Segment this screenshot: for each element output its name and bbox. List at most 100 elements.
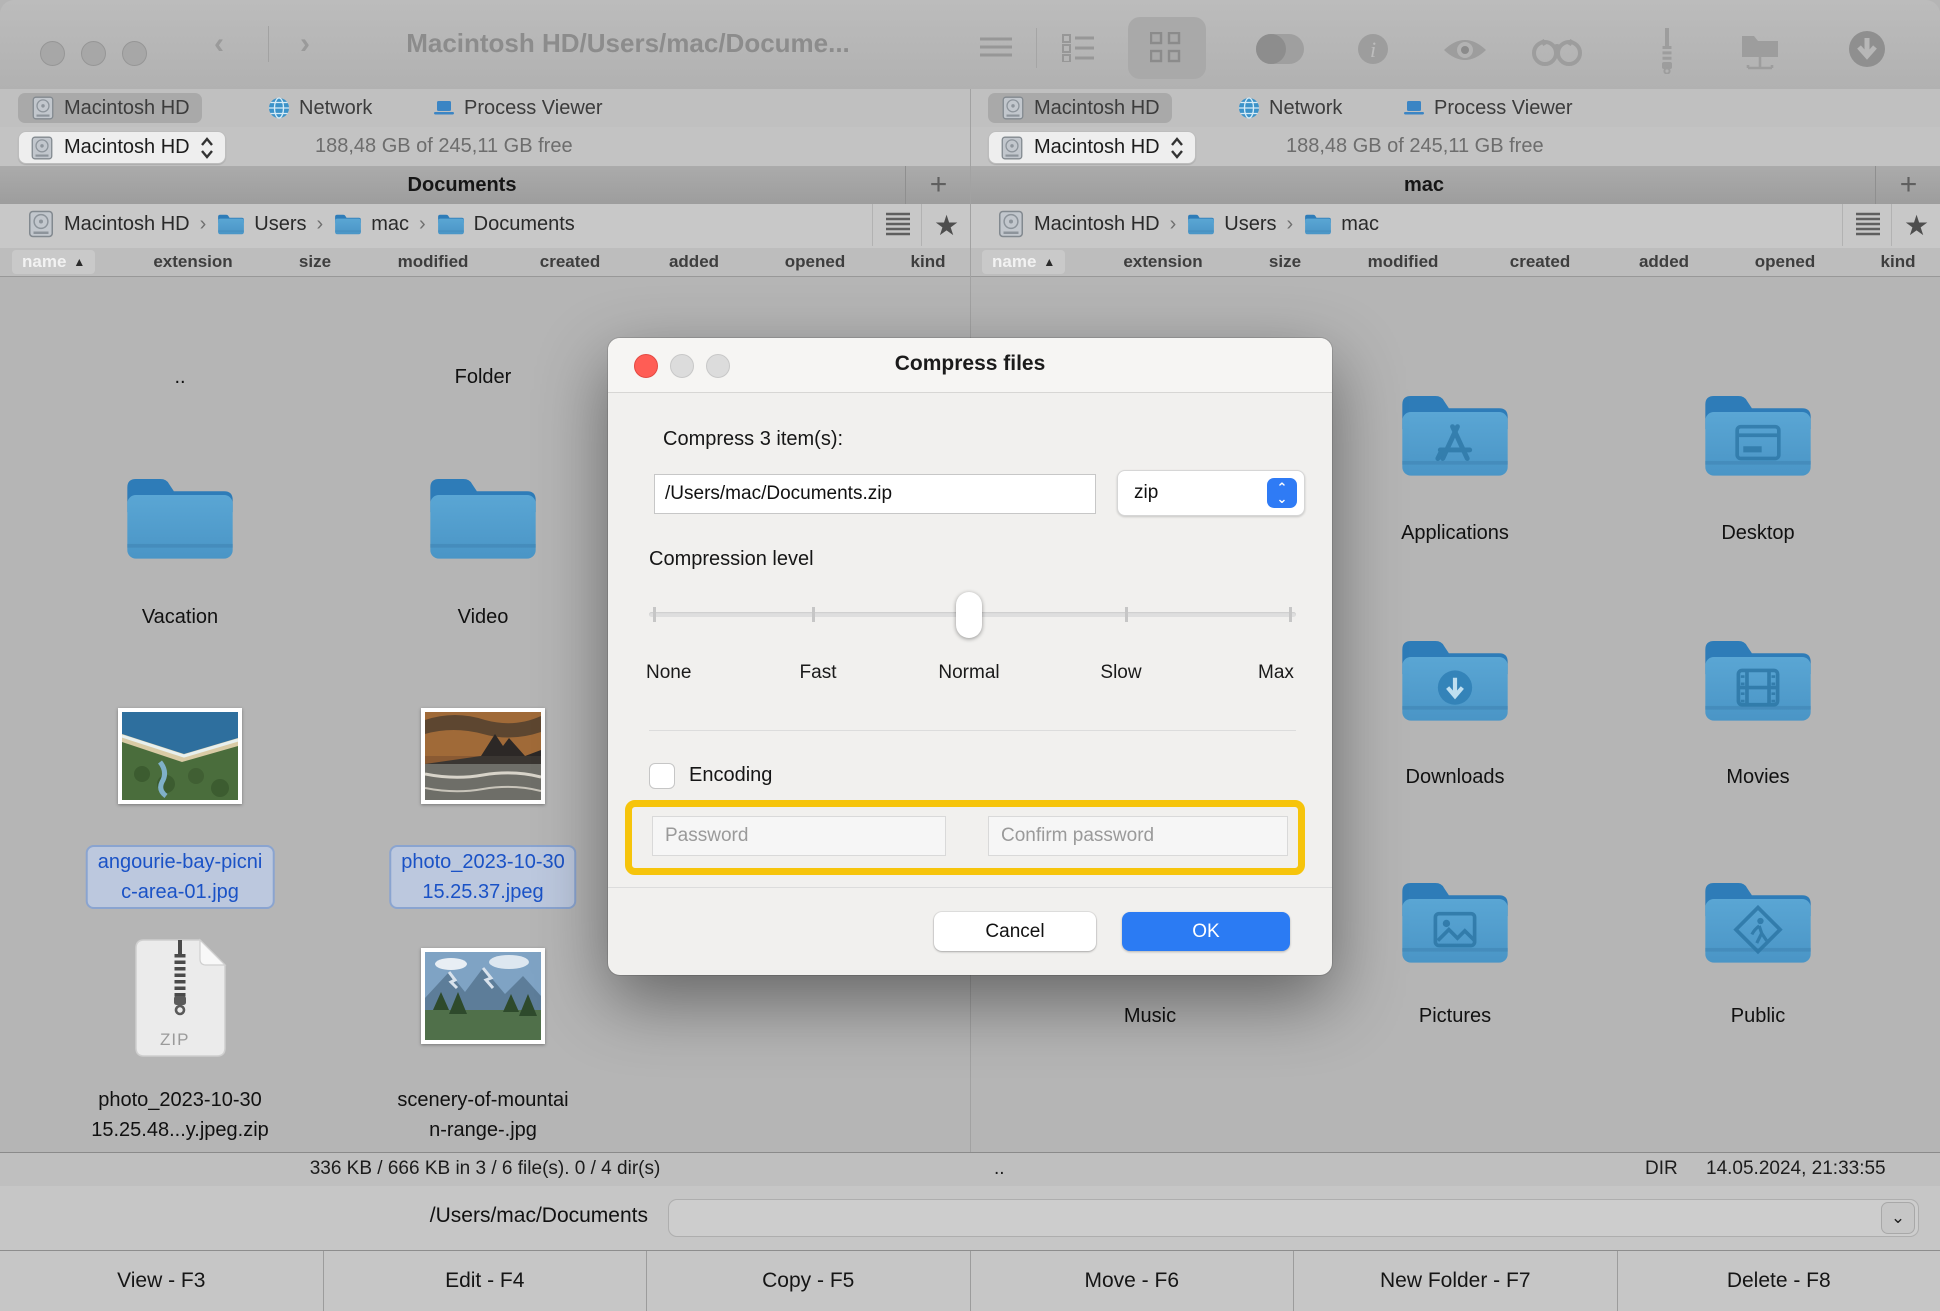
edit-f4-button[interactable]: Edit - F4	[324, 1251, 648, 1311]
file-item-desktop[interactable]	[1696, 385, 1820, 488]
tab-network-left[interactable]: Network	[255, 93, 384, 123]
chevron-down-icon[interactable]: ⌄	[1881, 1202, 1915, 1234]
file-item-downloads[interactable]	[1393, 630, 1517, 733]
file-item-label[interactable]: Movies	[1726, 762, 1789, 792]
column-size-right[interactable]: size	[1269, 252, 1301, 272]
move-f6-button[interactable]: Move - F6	[971, 1251, 1295, 1311]
file-item-label[interactable]: photo_2023-10-30 15.25.48...y.jpeg.zip	[91, 1085, 269, 1145]
file-item-video[interactable]	[421, 468, 545, 571]
slider-handle[interactable]	[956, 592, 982, 638]
file-item-beach-photo[interactable]	[118, 708, 242, 804]
column-opened-right[interactable]: opened	[1755, 252, 1815, 272]
search-binoculars-icon[interactable]	[1532, 32, 1582, 66]
archive-filename-input[interactable]	[654, 474, 1096, 514]
traffic-minimize-button[interactable]	[81, 41, 106, 66]
column-kind-left[interactable]: kind	[911, 252, 946, 272]
preview-eye-icon[interactable]	[1442, 36, 1488, 64]
copy-f5-button[interactable]: Copy - F5	[647, 1251, 971, 1311]
forward-button[interactable]: ›	[300, 27, 310, 61]
drive-select-right[interactable]: Macintosh HD	[988, 131, 1196, 164]
delete-f8-button[interactable]: Delete - F8	[1618, 1251, 1940, 1311]
file-item-label-selected[interactable]: angourie-bay-picni c-area-01.jpg	[86, 845, 275, 909]
back-button[interactable]: ‹	[214, 27, 224, 61]
list-settings-button-left[interactable]	[872, 204, 922, 246]
file-item-zip[interactable]: ZIP	[128, 938, 233, 1071]
grid-view-button[interactable]	[1128, 17, 1206, 79]
file-item-mountain-photo[interactable]	[421, 948, 545, 1044]
column-size-left[interactable]: size	[299, 252, 331, 272]
crumb-separator: ›	[315, 213, 326, 236]
file-item-label-selected[interactable]: photo_2023-10-30 15.25.37.jpeg	[389, 845, 576, 909]
add-tab-button-left[interactable]: +	[905, 166, 971, 204]
file-item-label[interactable]: Public	[1731, 1001, 1785, 1031]
favorites-star-button-left[interactable]: ★	[921, 204, 971, 246]
column-extension-left[interactable]: extension	[153, 252, 232, 272]
file-item-label[interactable]: Video	[458, 602, 509, 632]
crumb-item[interactable]: Users	[1224, 213, 1276, 236]
file-item-pictures[interactable]	[1393, 872, 1517, 975]
column-created-right[interactable]: created	[1510, 252, 1570, 272]
file-item-movies[interactable]	[1696, 630, 1820, 733]
crumb-item[interactable]: Users	[254, 213, 306, 236]
column-name-right[interactable]: name ▲	[982, 250, 1065, 274]
tab-network-right[interactable]: Network	[1225, 93, 1354, 123]
applications-folder-icon	[1393, 385, 1517, 483]
crumb-item[interactable]: Documents	[474, 213, 575, 236]
list-settings-button-right[interactable]	[1842, 204, 1892, 246]
download-icon[interactable]	[1846, 28, 1888, 70]
file-item-folder-kind[interactable]: Folder	[455, 362, 512, 392]
toggle-panes-icon[interactable]	[1254, 32, 1306, 66]
command-line-input[interactable]: ⌄	[668, 1199, 1919, 1237]
view-f3-button[interactable]: View - F3	[0, 1251, 324, 1311]
crumb-item[interactable]: Macintosh HD	[64, 213, 190, 236]
file-item-label[interactable]: Downloads	[1406, 762, 1505, 792]
traffic-close-button[interactable]	[40, 41, 65, 66]
column-modified-right[interactable]: modified	[1368, 252, 1439, 272]
dialog-close-button[interactable]	[634, 354, 658, 378]
confirm-password-input[interactable]	[988, 816, 1288, 856]
menu-icon[interactable]	[978, 36, 1014, 60]
crumb-item[interactable]: mac	[1341, 213, 1379, 236]
info-icon[interactable]: i	[1356, 32, 1390, 66]
file-item-label[interactable]: Vacation	[142, 602, 218, 632]
file-item-vacation[interactable]	[118, 468, 242, 571]
dialog-minimize-button[interactable]	[670, 354, 694, 378]
column-name-left[interactable]: name ▲	[12, 250, 95, 274]
file-item-parent[interactable]: ..	[174, 362, 185, 392]
column-added-right[interactable]: added	[1639, 252, 1689, 272]
file-item-applications[interactable]	[1393, 385, 1517, 488]
drive-select-left[interactable]: Macintosh HD	[18, 131, 226, 164]
encoding-checkbox[interactable]	[649, 763, 675, 789]
file-item-label[interactable]: Desktop	[1721, 518, 1794, 548]
add-tab-button-right[interactable]: +	[1875, 166, 1940, 204]
compress-zipper-icon[interactable]	[1652, 26, 1682, 74]
column-kind-right[interactable]: kind	[1881, 252, 1916, 272]
column-created-left[interactable]: created	[540, 252, 600, 272]
crumb-item[interactable]: Macintosh HD	[1034, 213, 1160, 236]
dialog-zoom-button[interactable]	[706, 354, 730, 378]
new-folder-f7-button[interactable]: New Folder - F7	[1294, 1251, 1618, 1311]
file-item-sunset-photo[interactable]	[421, 708, 545, 804]
column-opened-left[interactable]: opened	[785, 252, 845, 272]
favorites-star-button-right[interactable]: ★	[1891, 204, 1940, 246]
tab-process-viewer-left[interactable]: Process Viewer	[420, 93, 615, 123]
password-input[interactable]	[652, 816, 946, 856]
traffic-zoom-button[interactable]	[122, 41, 147, 66]
file-item-label[interactable]: Applications	[1401, 518, 1509, 548]
file-item-public[interactable]	[1696, 872, 1820, 975]
column-added-left[interactable]: added	[669, 252, 719, 272]
tab-process-viewer-right[interactable]: Process Viewer	[1390, 93, 1585, 123]
ok-button[interactable]: OK	[1122, 912, 1290, 951]
column-extension-right[interactable]: extension	[1123, 252, 1202, 272]
file-item-music-label[interactable]: Music	[1124, 1001, 1176, 1031]
network-share-icon[interactable]	[1736, 30, 1784, 72]
list-view-icon[interactable]	[1062, 34, 1096, 62]
file-item-label[interactable]: scenery-of-mountai n-range-.jpg	[397, 1085, 568, 1145]
tab-macintosh-hd-right[interactable]: Macintosh HD	[988, 93, 1172, 123]
file-item-label[interactable]: Pictures	[1419, 1001, 1491, 1031]
column-modified-left[interactable]: modified	[398, 252, 469, 272]
tab-macintosh-hd-left[interactable]: Macintosh HD	[18, 93, 202, 123]
cancel-button[interactable]: Cancel	[934, 912, 1096, 951]
format-select[interactable]: zip ⌃⌄	[1117, 470, 1305, 516]
crumb-item[interactable]: mac	[371, 213, 409, 236]
